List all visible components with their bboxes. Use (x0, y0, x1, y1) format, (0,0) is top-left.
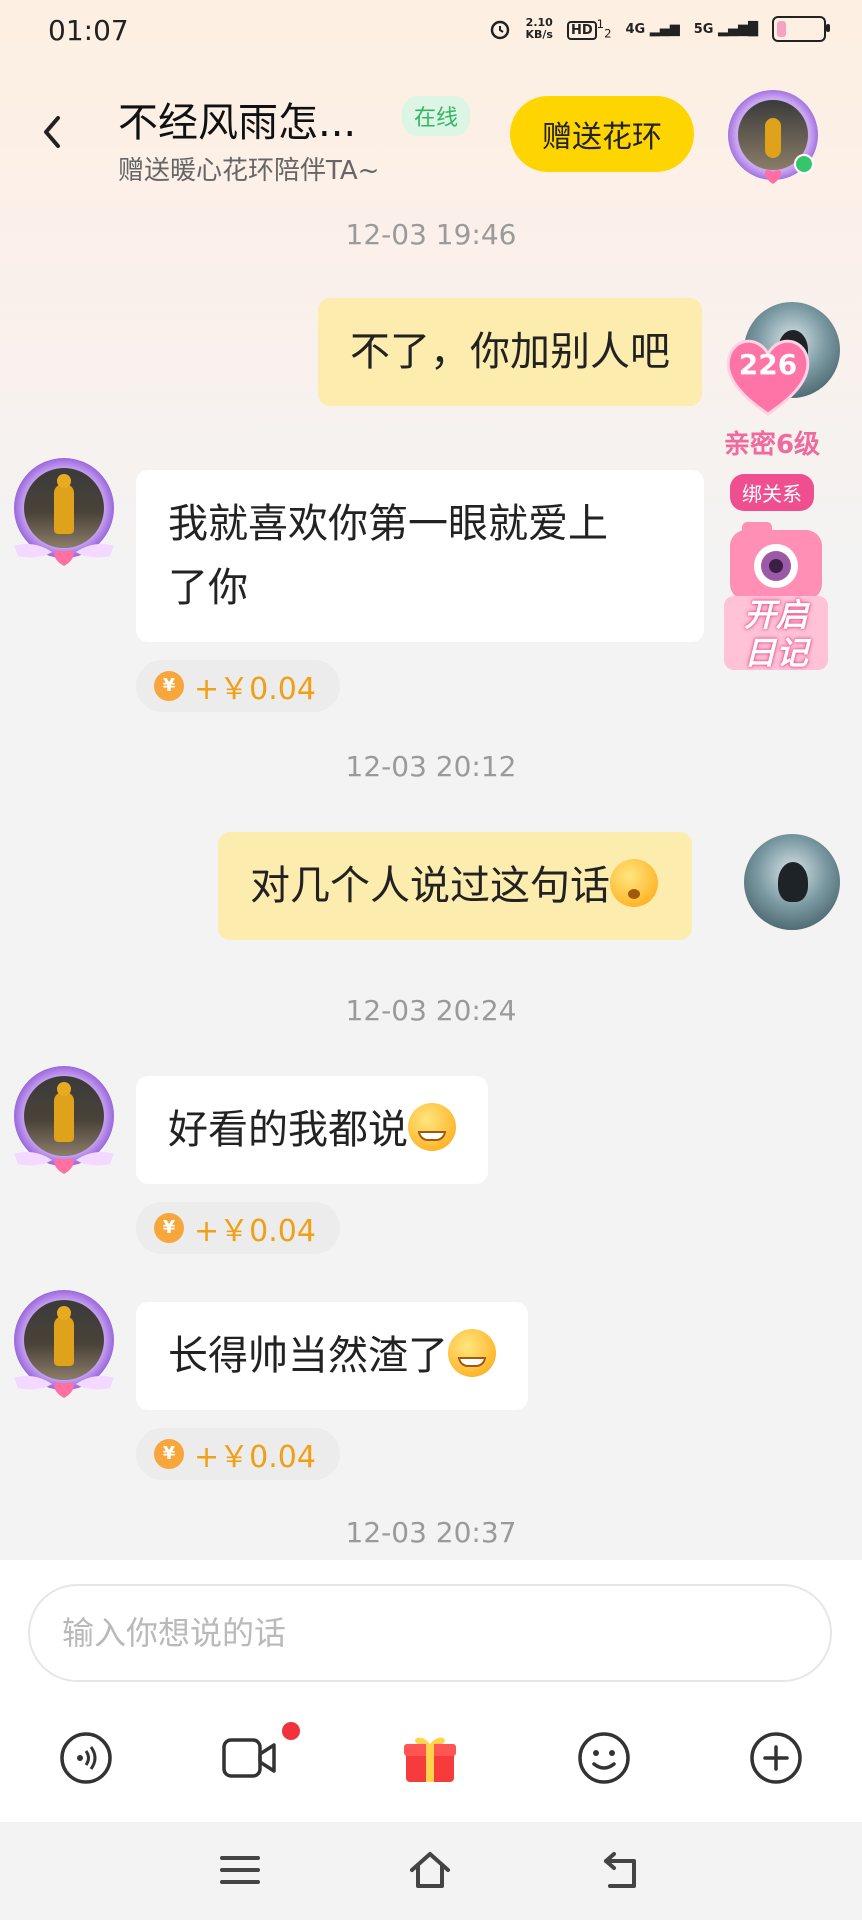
bind-relation-badge[interactable]: 绑关系 (730, 474, 814, 511)
hd-indicator: HD 12 (566, 17, 612, 41)
message-text-line: 了你 (168, 565, 248, 611)
reward-amount: +￥0.04 (194, 672, 316, 707)
back-nav-icon[interactable] (600, 1848, 644, 1892)
hd-sim1: 1 (596, 17, 605, 32)
battery-icon (772, 16, 830, 42)
heart-wings-icon (14, 1376, 114, 1398)
timestamp: 12-03 19:46 (345, 218, 517, 251)
back-arrow-icon[interactable] (38, 112, 68, 152)
avatar-photo (24, 1076, 104, 1156)
reward-pill: ¥ +￥0.04 (136, 660, 340, 712)
home-icon[interactable] (408, 1848, 452, 1892)
incoming-message-bubble[interactable]: 长得帅当然渣了 (136, 1302, 528, 1410)
status-time: 01:07 (48, 14, 129, 47)
reward-amount: +￥0.04 (194, 1440, 316, 1475)
status-bar: 01:07 2.10 KB/s HD 12 4G ▂▄▆ 5G ▂▄▆█ (0, 0, 862, 62)
network-4g-label: 4G (625, 21, 646, 37)
contact-avatar[interactable] (4, 454, 124, 574)
coin-icon: ¥ (154, 1439, 184, 1469)
notification-dot (282, 1722, 300, 1740)
message-text-line: 我就喜欢你第一眼就爱上 (168, 501, 608, 547)
flushed-emoji-icon (610, 859, 658, 907)
heart-wings-icon (14, 1152, 114, 1174)
menu-icon[interactable] (218, 1848, 262, 1892)
reward-amount: +￥0.04 (194, 1214, 316, 1249)
chat-title: 不经风雨怎... (118, 100, 357, 146)
incoming-message-bubble[interactable]: 我就喜欢你第一眼就爱上 了你 (136, 470, 704, 642)
heart-wings-icon (764, 170, 782, 184)
outgoing-message-bubble[interactable]: 不了，你加别人吧 (318, 298, 702, 406)
intimacy-level[interactable]: 亲密6级 (712, 424, 832, 461)
gift-box-icon[interactable] (402, 1730, 458, 1786)
reward-pill: ¥ +￥0.04 (136, 1202, 340, 1254)
incoming-message-bubble[interactable]: 好看的我都说 (136, 1076, 488, 1184)
message-text: 长得帅当然渣了 (168, 1333, 448, 1379)
online-dot (794, 154, 814, 174)
chat-subtitle: 赠送暖心花环陪伴TA~ (118, 156, 380, 186)
smirk-emoji-icon (448, 1329, 496, 1377)
contact-avatar[interactable] (4, 1286, 124, 1406)
smirk-emoji-icon (408, 1103, 456, 1151)
reward-pill: ¥ +￥0.04 (136, 1428, 340, 1480)
contact-avatar[interactable] (728, 90, 818, 184)
contact-avatar[interactable] (4, 1062, 124, 1182)
net-speed-unit: KB/s (525, 28, 553, 41)
online-status-badge: 在线 (402, 96, 471, 136)
coin-icon: ¥ (154, 1213, 184, 1243)
avatar-photo (24, 468, 104, 548)
voice-icon[interactable] (58, 1730, 114, 1786)
open-diary-line2: 日记 (743, 634, 808, 672)
signal-4g: 4G ▂▄▆ (625, 21, 680, 37)
emoji-icon[interactable] (576, 1730, 632, 1786)
video-call-icon[interactable] (222, 1730, 278, 1786)
battery-fill (777, 21, 786, 37)
intimacy-count: 226 (738, 348, 798, 381)
hd-sim2: 2 (604, 26, 612, 41)
plus-icon[interactable] (748, 1730, 804, 1786)
heart-wings-icon (14, 544, 114, 566)
status-icons: 2.10 KB/s HD 12 4G ▂▄▆ 5G ▂▄▆█ (488, 16, 830, 42)
message-input[interactable] (28, 1584, 832, 1682)
network-5g-label: 5G (693, 21, 714, 37)
outgoing-message-bubble[interactable]: 对几个人说过这句话 (218, 832, 692, 940)
timestamp: 12-03 20:12 (345, 750, 517, 783)
open-diary-line1: 开启 (743, 596, 808, 634)
signal-5g: 5G ▂▄▆█ (693, 21, 758, 37)
timestamp: 12-03 20:37 (345, 1516, 517, 1549)
hd-label: HD (566, 20, 597, 40)
timestamp: 12-03 20:24 (345, 994, 517, 1027)
message-text: 对几个人说过这句话 (250, 863, 610, 909)
alarm-icon (490, 20, 509, 40)
open-diary-label[interactable]: 开启 日记 (720, 596, 832, 672)
net-speed: 2.10 KB/s (526, 17, 553, 41)
coin-icon: ¥ (154, 671, 184, 701)
message-text: 好看的我都说 (168, 1107, 408, 1153)
avatar-photo (24, 1300, 104, 1380)
gift-wreath-button[interactable]: 赠送花环 (510, 96, 694, 172)
my-avatar[interactable] (744, 834, 840, 930)
